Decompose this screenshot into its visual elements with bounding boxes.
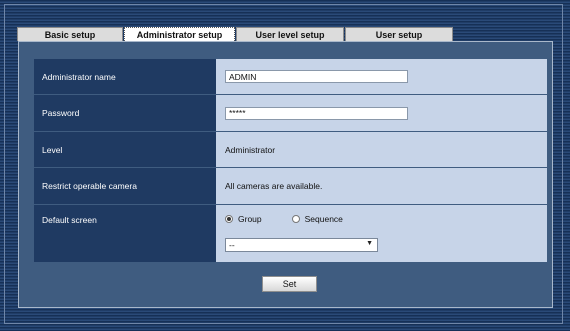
radio-group-button[interactable] <box>225 215 233 223</box>
administrator-name-cell <box>216 59 547 94</box>
set-button[interactable]: Set <box>262 276 317 292</box>
administrator-name-label: Administrator name <box>34 59 216 94</box>
row-restrict-operable-camera: Restrict operable camera All cameras are… <box>34 168 547 204</box>
password-label: Password <box>34 95 216 131</box>
level-value: Administrator <box>216 132 547 167</box>
default-screen-select[interactable]: -- ▼ <box>225 238 378 252</box>
password-input[interactable] <box>225 106 408 120</box>
tab-bar: Basic setup Administrator setup User lev… <box>17 27 454 41</box>
row-password: Password <box>34 95 547 131</box>
tab-basic-setup[interactable]: Basic setup <box>17 27 123 41</box>
default-screen-select-value: -- <box>229 240 235 250</box>
settings-table: Administrator name Password Level Admini… <box>34 59 547 263</box>
radio-group-label: Group <box>238 214 262 224</box>
row-level: Level Administrator <box>34 132 547 167</box>
chevron-down-icon: ▼ <box>366 240 373 247</box>
administrator-name-input[interactable] <box>225 70 408 83</box>
default-screen-radio-group: Group Sequence <box>225 214 373 224</box>
row-administrator-name: Administrator name <box>34 59 547 94</box>
radio-sequence-button[interactable] <box>291 215 300 223</box>
radio-group-option[interactable]: Group <box>225 214 262 224</box>
default-screen-label: Default screen <box>34 205 216 262</box>
radio-sequence-option[interactable]: Sequence <box>291 214 343 224</box>
tab-administrator-setup[interactable]: Administrator setup <box>124 27 235 41</box>
radio-sequence-label: Sequence <box>304 214 343 224</box>
row-default-screen: Default screen Group Sequence -- ▼ <box>34 205 547 262</box>
tab-user-level-setup[interactable]: User level setup <box>236 27 344 41</box>
password-cell <box>216 95 547 131</box>
settings-panel: Administrator name Password Level Admini… <box>18 41 553 308</box>
level-label: Level <box>34 132 216 167</box>
tab-user-setup[interactable]: User setup <box>345 27 453 41</box>
restrict-operable-camera-label: Restrict operable camera <box>34 168 216 204</box>
default-screen-cell: Group Sequence -- ▼ <box>216 205 547 262</box>
restrict-operable-camera-value: All cameras are available. <box>216 168 547 204</box>
